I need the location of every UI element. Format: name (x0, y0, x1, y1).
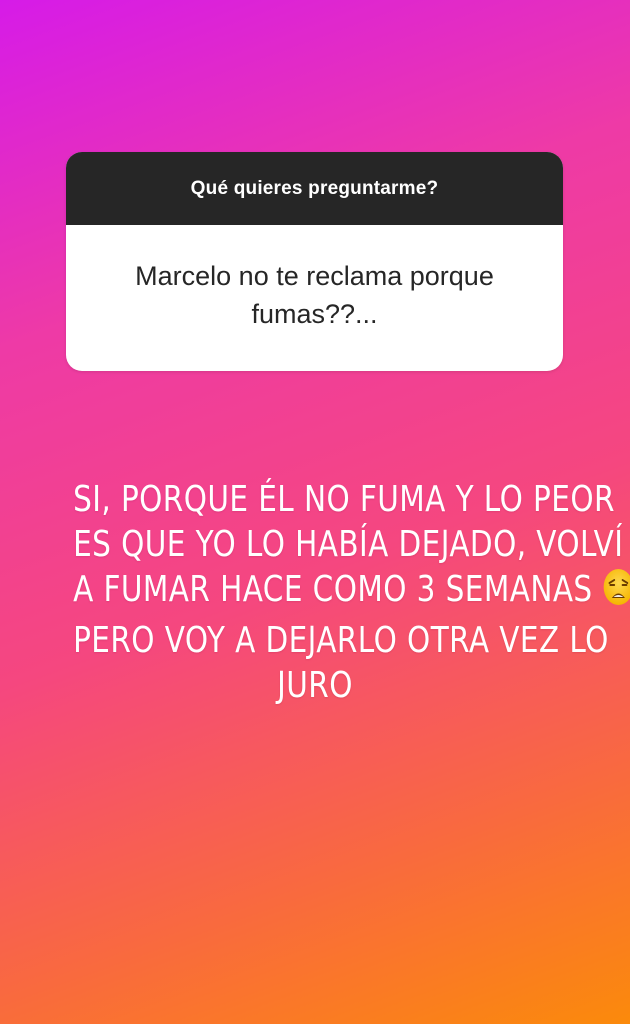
weary-face-emoji-icon (602, 567, 630, 618)
question-sticker-body: Marcelo no te reclama porque fumas??... (66, 225, 563, 371)
question-sticker[interactable]: Qué quieres preguntarme? Marcelo no te r… (66, 152, 563, 371)
answer-line: ES QUE YO LO HABÍA DEJADO, VOLVÍ (73, 524, 624, 565)
answer-text: SI, PORQUE ÉL NO FUMA Y LO PEOR ES QUE Y… (73, 477, 630, 708)
answer-line-text: A FUMAR HACE COMO 3 SEMANAS (73, 569, 593, 610)
answer-line: PERO VOY A DEJARLO OTRA VEZ LO (73, 620, 609, 661)
answer-line-with-emoji: A FUMAR HACE COMO 3 SEMANAS (73, 567, 630, 618)
answer-line: JURO (277, 665, 353, 706)
question-sticker-header: Qué quieres preguntarme? (66, 152, 563, 225)
answer-line: SI, PORQUE ÉL NO FUMA Y LO PEOR (73, 479, 615, 520)
question-prompt: Qué quieres preguntarme? (190, 177, 439, 199)
question-text: Marcelo no te reclama porque fumas??... (135, 261, 494, 329)
